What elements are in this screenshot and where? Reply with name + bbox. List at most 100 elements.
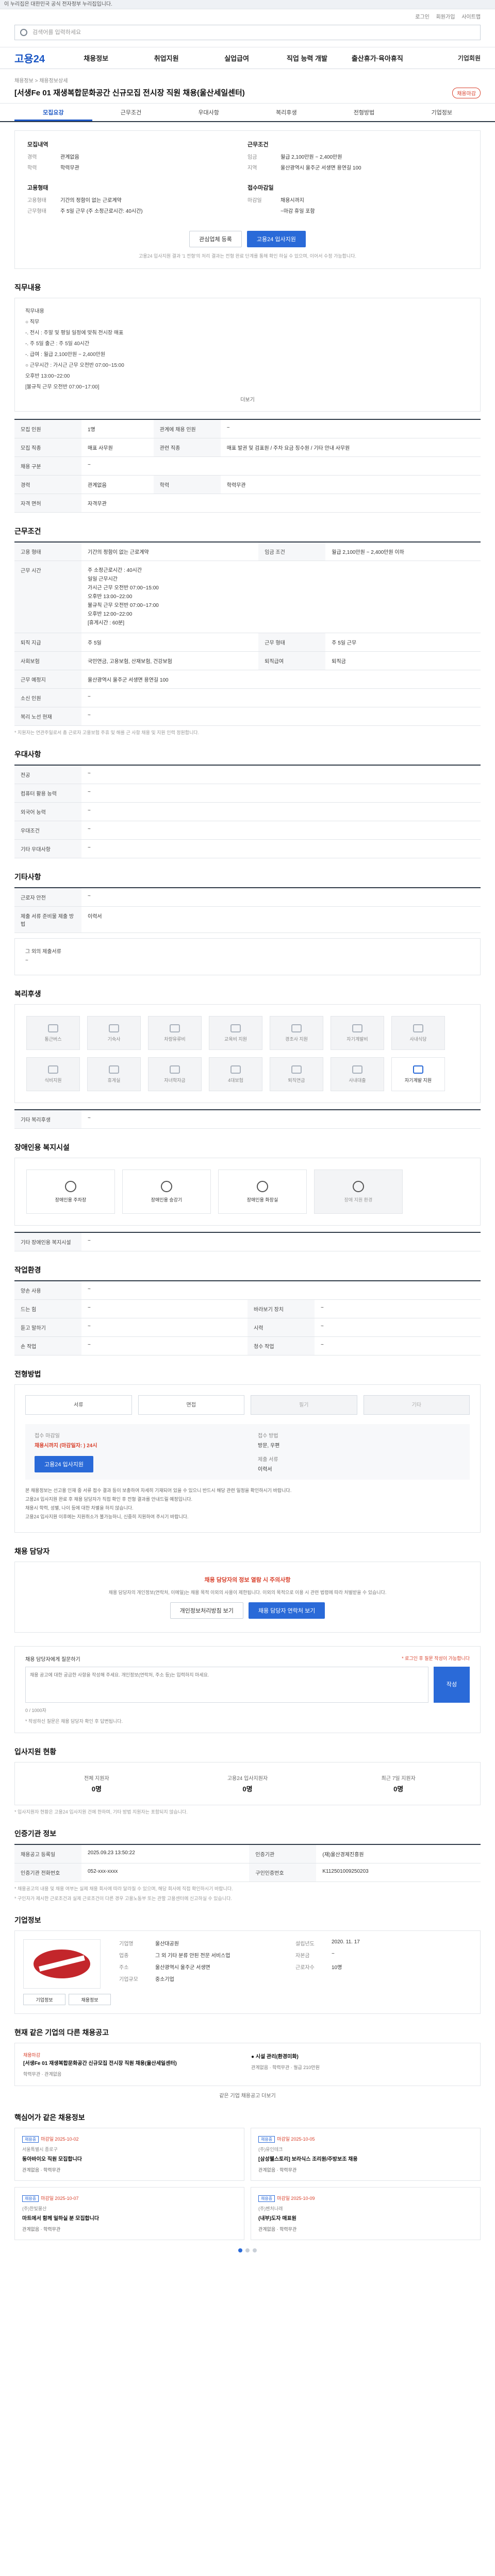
duty-line: -. 전시 : 주말 및 평일 일정에 맞춰 전시장 매표 xyxy=(25,330,124,336)
table-cell: ~ xyxy=(315,1299,481,1318)
contact-section: 채용 담당자 채용 담당자의 정보 열람 시 주의사항 채용 담당자의 개인정보… xyxy=(14,1546,481,1633)
etc-section: 기타사항 근로자 안전 ~ 제출 서류 준비물 제출 방법 이력서 그 외의 제출서… xyxy=(14,872,481,975)
company-jobs-button[interactable]: 채용정보 xyxy=(69,1994,111,2006)
view-contact-button[interactable]: 채용 담당자 연락처 보기 xyxy=(248,1602,325,1619)
qa-submit-button[interactable]: 작성 xyxy=(434,1667,470,1703)
table-cell: 1명 xyxy=(81,419,154,438)
job-card[interactable]: 채용중 마감일 2025-10-05 (주)유인테크 [삼성웰스토리] 보라식스 … xyxy=(251,2128,481,2181)
tab-work-conditions[interactable]: 근무조건 xyxy=(92,104,170,121)
nav-vocational-training[interactable]: 직업 능력 개발 xyxy=(272,53,342,63)
tab-welfare[interactable]: 복리후생 xyxy=(248,104,325,121)
table-header: 전공 xyxy=(14,765,81,784)
table-cell: 자격무관 xyxy=(81,494,481,513)
table-header: 청수 작업 xyxy=(248,1336,315,1355)
table-cell: ~ xyxy=(220,419,481,438)
table-row: 양손 사용 ~ xyxy=(14,1281,481,1300)
table-cell: 주 5일 xyxy=(81,633,259,652)
job-title: 동아바이오 직원 모집합니다 xyxy=(22,2157,82,2163)
contact-warning: 채용 담당자의 정보 열람 시 주의사항 xyxy=(204,1577,291,1583)
disability-item: 장애인용 화장실 xyxy=(218,1170,307,1214)
signup-link[interactable]: 회원가입 xyxy=(436,14,455,20)
table-cell: ~ xyxy=(81,456,481,476)
gift-icon xyxy=(291,1024,302,1032)
qa-textarea[interactable] xyxy=(25,1667,428,1703)
apply-button-bottom[interactable]: 고용24 입사지원 xyxy=(35,1456,94,1472)
apply-button[interactable]: 고용24 입사지원 xyxy=(246,231,306,247)
other-posting-meta: 관계없음 · 학력무관 · 월급 210만원 xyxy=(251,2065,320,2071)
carousel-dot[interactable] xyxy=(245,2248,250,2253)
company-logo-mark xyxy=(34,1950,90,1979)
search-icon xyxy=(20,29,27,36)
stat-value: 0명 xyxy=(242,1785,253,1793)
education-icon xyxy=(230,1024,241,1032)
tab-recruitment[interactable]: 모집요강 xyxy=(14,104,92,121)
summary-value: 관계없음 xyxy=(60,155,79,160)
others-more-link[interactable]: 같은 기업 채용공고 더보기 xyxy=(14,2091,481,2099)
sitemap-link[interactable]: 사이트맵 xyxy=(461,14,481,20)
section-title: 우대사항 xyxy=(14,750,41,758)
search-input[interactable]: 검색어를 입력하세요 xyxy=(14,25,481,40)
job-title: [삼성웰스토리] 보라식스 조리원/주방보조 채용 xyxy=(258,2157,358,2163)
company-label: 기업규모 xyxy=(119,1977,138,1983)
table-cell: ~ xyxy=(81,1318,248,1337)
table-row: 드는 힘 ~ 바라보기 장치 ~ xyxy=(14,1299,481,1318)
summary-heading: 근무조건 xyxy=(248,142,269,148)
meal-icon xyxy=(48,1065,58,1074)
company-info-button[interactable]: 기업정보 xyxy=(23,1994,65,2006)
table-cell: 매표 발권 및 검표원 / 주차 요금 징수원 / 기타 안내 사무원 xyxy=(220,438,481,457)
site-logo[interactable]: 고용24 xyxy=(14,50,61,65)
nav-jobs[interactable]: 채용정보 xyxy=(61,53,131,63)
login-link[interactable]: 로그인 xyxy=(415,14,430,20)
table-header: 듣고 말하기 xyxy=(14,1318,81,1337)
table-row: 인증기관 전화번호 052-xxx-xxxx 구인인증번호 K112501009250… xyxy=(14,1863,481,1883)
interest-button[interactable]: 관심업체 등록 xyxy=(189,231,242,247)
carousel-dot[interactable] xyxy=(253,2248,257,2253)
stat-value: 0명 xyxy=(393,1785,404,1793)
section-title: 직무내용 xyxy=(14,283,41,292)
accessibility-icon xyxy=(353,1180,364,1192)
welfare-item: 사내식당 xyxy=(391,1016,445,1050)
tab-preferences[interactable]: 우대사항 xyxy=(170,104,248,121)
apply-info-label: 제출 서류 xyxy=(258,1457,278,1463)
stat-item: 최근 7일 지원자 0명 xyxy=(328,1774,469,1793)
table-row: 제출 서류 준비물 제출 방법 이력서 xyxy=(14,906,481,933)
method-written: 필기 xyxy=(251,1395,357,1415)
duty-line: -. 급여 : 월급 2,100만원 ~ 2,400만원 xyxy=(25,352,106,358)
utility-links: 로그인 회원가입 사이트맵 xyxy=(410,12,481,20)
other-posting[interactable]: 채용마감 [서생Fe 01 재생복합문화공간 신규모집 전시장 직원 채용(울산… xyxy=(23,2052,244,2077)
table-cell: 울산광역시 울주군 서생면 용연길 100 xyxy=(81,670,481,689)
job-card[interactable]: 채용중 마감일 2025-10-02 서울특별시 종로구 동아바이오 직원 모집합… xyxy=(14,2128,244,2181)
table-header: 경력 xyxy=(14,475,81,494)
nav-employment-support[interactable]: 취업지원 xyxy=(131,53,201,63)
job-company: (주)벤처나래 xyxy=(258,2206,283,2212)
disability-label: 장애 지원 환경 xyxy=(344,1197,373,1202)
stats-note: * 입사지원자 현황은 고용24 입사지원 건에 한하며, 기타 방법 지원자는… xyxy=(14,1809,188,1815)
summary-value: 월급 2,100만원 ~ 2,400만원 xyxy=(280,155,342,160)
summary-value: ~마감 휴일 포함 xyxy=(280,209,315,214)
stat-label: 최근 7일 지원자 xyxy=(381,1776,416,1782)
privacy-policy-button[interactable]: 개인정보처리방침 보기 xyxy=(170,1602,243,1619)
more-button[interactable]: 더보기 xyxy=(25,395,470,403)
table-header: 인증기관 xyxy=(249,1844,317,1864)
table-header: 바라보기 장치 xyxy=(248,1299,315,1318)
duty-line: ○ 직무 xyxy=(25,319,40,325)
apply-notice: 고용24 입사지원 결과 '1 전형'의 처리 결과는 전형 완료 단계를 통해… xyxy=(138,253,356,259)
carousel-dot[interactable] xyxy=(238,2248,242,2253)
tab-selection[interactable]: 전형방법 xyxy=(325,104,403,121)
welfare-item: 차량유류비 xyxy=(148,1016,202,1050)
stat-label: 전체 지원자 xyxy=(84,1776,109,1782)
apply-info: 접수 마감일 채용시까지 (마감일자: ) 24시 고용24 입사지원 접수 방… xyxy=(25,1424,470,1480)
cert-note: * 구인자가 제시한 근로조건과 실제 근로조건이 다른 경우 고용노동부 또는… xyxy=(14,1896,232,1902)
tab-company[interactable]: 기업정보 xyxy=(403,104,481,121)
table-cell: ~ xyxy=(81,839,481,858)
job-card[interactable]: 채용중 마감일 2025-10-09 (주)벤처나래 (내부)도자 매표원 관계없… xyxy=(251,2187,481,2241)
nav-corporate-member[interactable]: 기업회원 xyxy=(412,54,495,62)
job-card[interactable]: 채용중 마감일 2025-10-07 (주)한빛물산 마트에서 함께 일하실 분 … xyxy=(14,2187,244,2241)
job-meta: 관계없음 · 학력무관 xyxy=(258,2167,297,2173)
nav-parental-leave[interactable]: 출산휴가·육아휴직 xyxy=(342,53,412,63)
table-header: 컴퓨터 활용 능력 xyxy=(14,784,81,803)
table-header: 자격 면허 xyxy=(14,494,81,513)
nav-unemployment-benefit[interactable]: 실업급여 xyxy=(202,53,272,63)
other-posting[interactable]: ● 시설 관리(환경미화) 관계없음 · 학력무관 · 월급 210만원 xyxy=(251,2052,472,2077)
others-box: 채용마감 [서생Fe 01 재생복합문화공간 신규모집 전시장 직원 채용(울산… xyxy=(14,2043,481,2087)
